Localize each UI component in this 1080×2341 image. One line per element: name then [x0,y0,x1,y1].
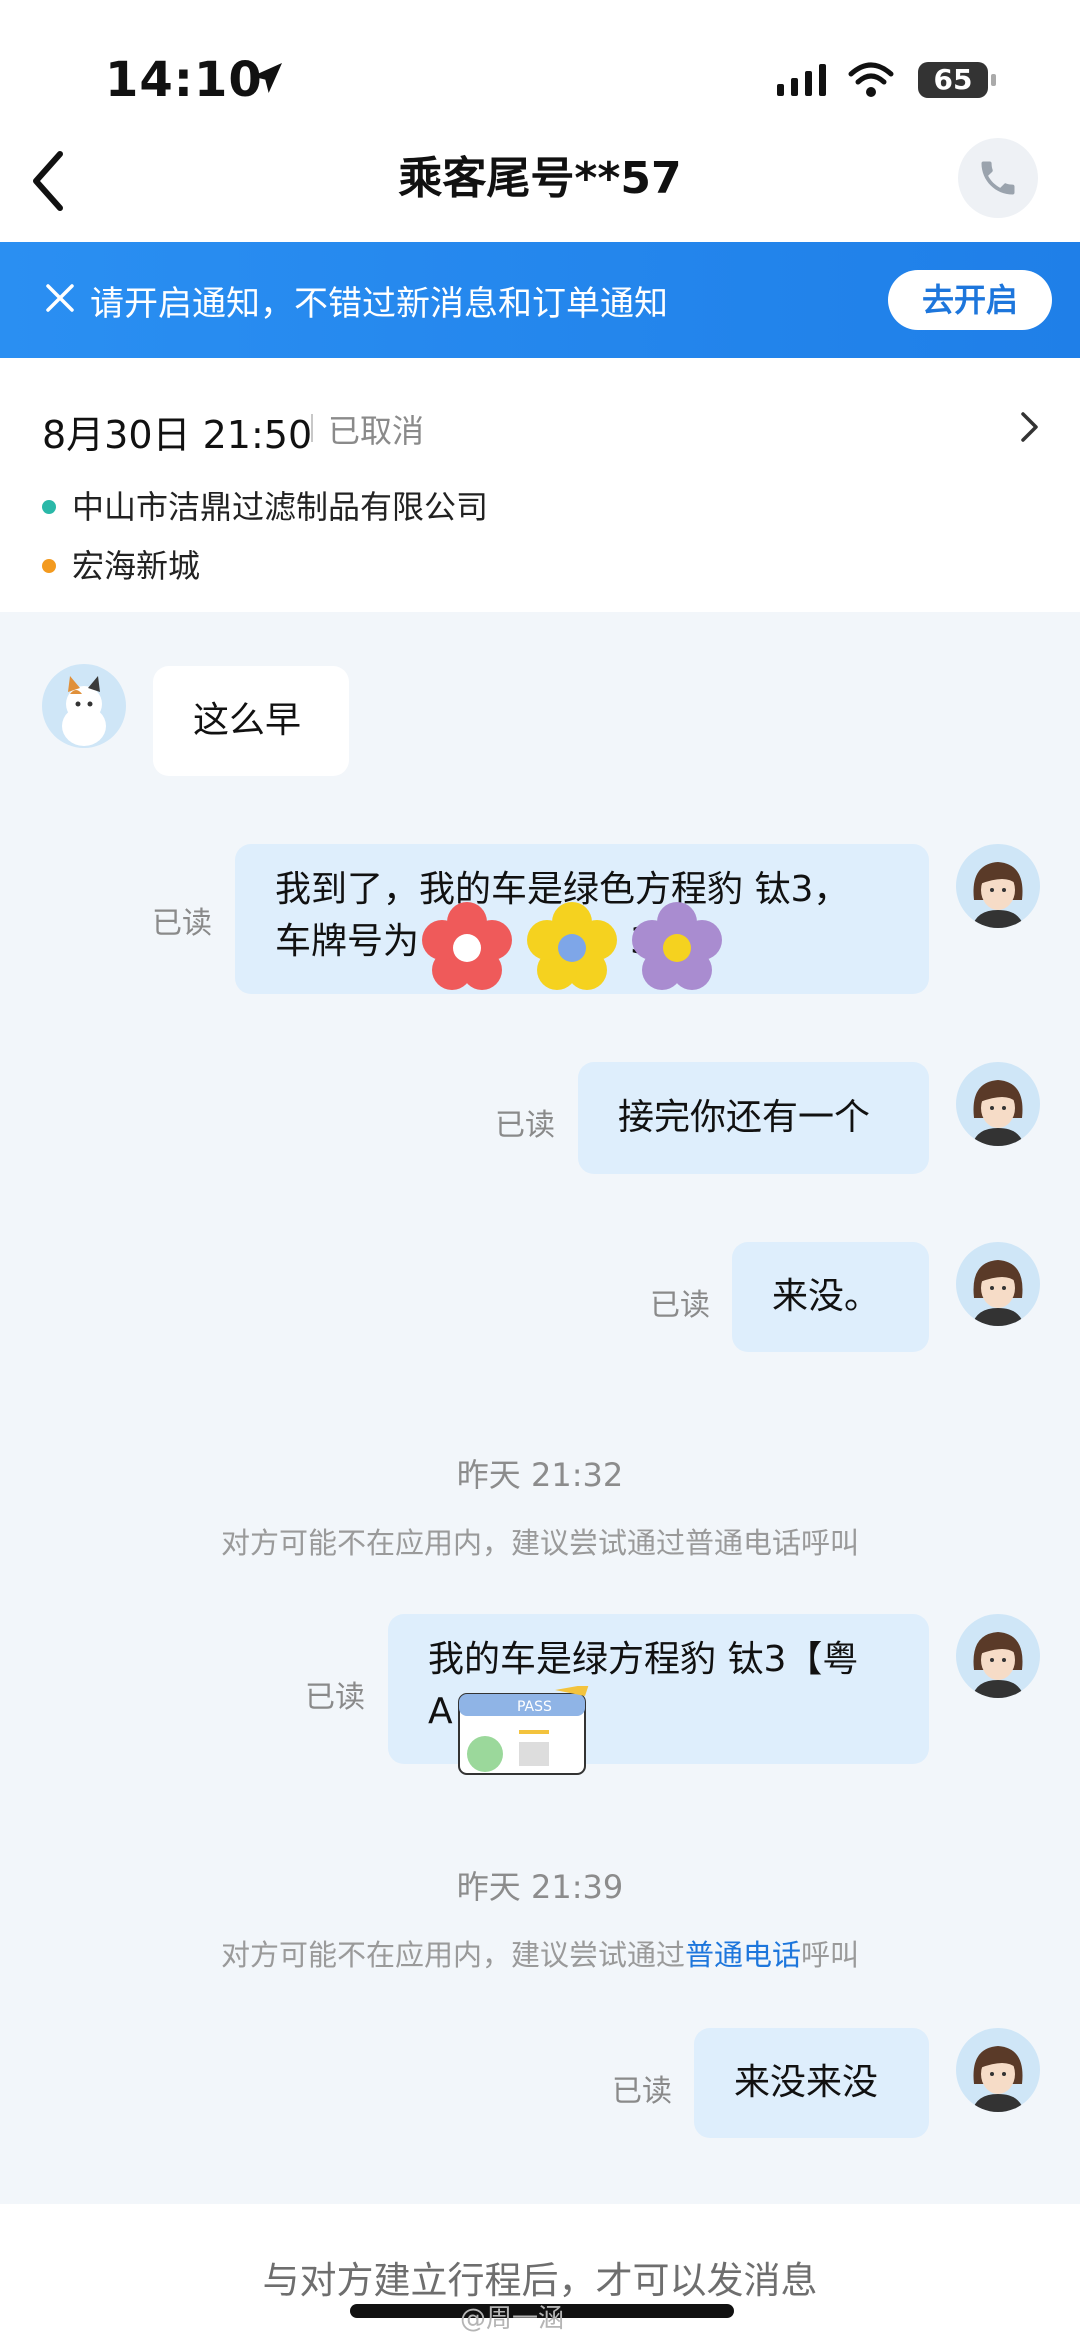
read-status: 已读 [305,1680,365,1715]
chat-header: 乘客尾号**57 [0,120,1080,242]
notification-text: 请开启通知，不错过新消息和订单通知 [90,284,668,324]
chevron-right-icon[interactable] [1018,410,1042,444]
footer-text: 与对方建立行程后，才可以发消息 [262,2259,818,2302]
read-status: 已读 [495,1108,555,1143]
system-hint-text: 呼叫 [801,1938,860,1972]
pickup-dot-icon [42,500,56,514]
pass-sticker-icon: PASS [458,1686,589,1775]
pickup-address: 中山市洁鼎过滤制品有限公司 [42,482,488,528]
passenger-avatar[interactable] [42,664,126,748]
driver-avatar[interactable] [956,1242,1040,1326]
pickup-address-text: 中山市洁鼎过滤制品有限公司 [72,488,489,526]
driver-avatar[interactable] [956,1614,1040,1698]
message-bubble-incoming[interactable]: 这么早 [153,666,349,776]
message-text: 来没来没 [734,2062,879,2103]
system-hint: 对方可能不在应用内，建议尝试通过普通电话呼叫 [0,1932,1080,1974]
battery-indicator: 65 [918,62,996,98]
phone-icon [981,161,1015,195]
notification-banner: 请开启通知，不错过新消息和订单通知 去开启 [0,242,1080,358]
message-text: 我的车是绿方程豹 钛3【粤 [428,1639,859,1680]
close-icon[interactable] [44,282,76,314]
driver-avatar[interactable] [956,2028,1040,2112]
read-status: 已读 [152,906,212,941]
system-hint-text: 对方可能不在应用内，建议尝试通过 [220,1938,685,1972]
divider [311,414,313,442]
order-card[interactable]: 8月30日 21:50 已取消 中山市洁鼎过滤制品有限公司 宏海新城 [0,358,1080,612]
flower-sticker-icon [632,902,722,990]
phone-call-link[interactable]: 普通电话 [685,1938,801,1972]
dropoff-address-text: 宏海新城 [72,547,201,585]
flower-sticker-icon [422,902,512,990]
location-arrow-icon [252,63,282,93]
order-date: 8月30日 21:50 [42,413,313,457]
watermark: @周一涵 [460,2304,565,2334]
message-bubble-outgoing[interactable]: 接完你还有一个 [578,1062,929,1174]
cat-avatar-icon [42,664,126,748]
user-avatar-icon [956,844,1040,928]
message-text: 来没。 [772,1276,881,1317]
system-hint: 对方可能不在应用内，建议尝试通过普通电话呼叫 [220,1526,859,1560]
status-bar: 14:10 65 [0,0,1080,140]
driver-avatar[interactable] [956,844,1040,928]
flower-sticker-icon [527,902,617,990]
dropoff-address: 宏海新城 [42,541,200,587]
message-bubble-outgoing[interactable]: 来没来没 [694,2028,929,2138]
status-time: 14:10 [105,52,263,108]
cellular-signal-icon [777,64,826,96]
message-bubble-outgoing[interactable]: 来没。 [732,1242,929,1352]
page-title: 乘客尾号**57 [398,153,682,204]
user-avatar-icon [956,1242,1040,1326]
sticker-label: PASS [517,1699,552,1715]
message-text: 这么早 [193,700,302,741]
enable-notification-button[interactable]: 去开启 [888,270,1052,330]
wifi-icon [848,62,894,97]
order-status: 已取消 [328,412,425,450]
driver-avatar[interactable] [956,1062,1040,1146]
user-avatar-icon [956,1614,1040,1698]
read-status: 已读 [612,2074,672,2109]
user-avatar-icon [956,2028,1040,2112]
timestamp: 昨天 21:32 [456,1456,624,1494]
timestamp: 昨天 21:39 [456,1868,624,1906]
message-text: 接完你还有一个 [618,1097,871,1138]
user-avatar-icon [956,1062,1040,1146]
read-status: 已读 [650,1288,710,1323]
phone-call-button[interactable] [958,138,1038,218]
dropoff-dot-icon [42,559,56,573]
message-text: 车牌号为 [275,921,420,962]
